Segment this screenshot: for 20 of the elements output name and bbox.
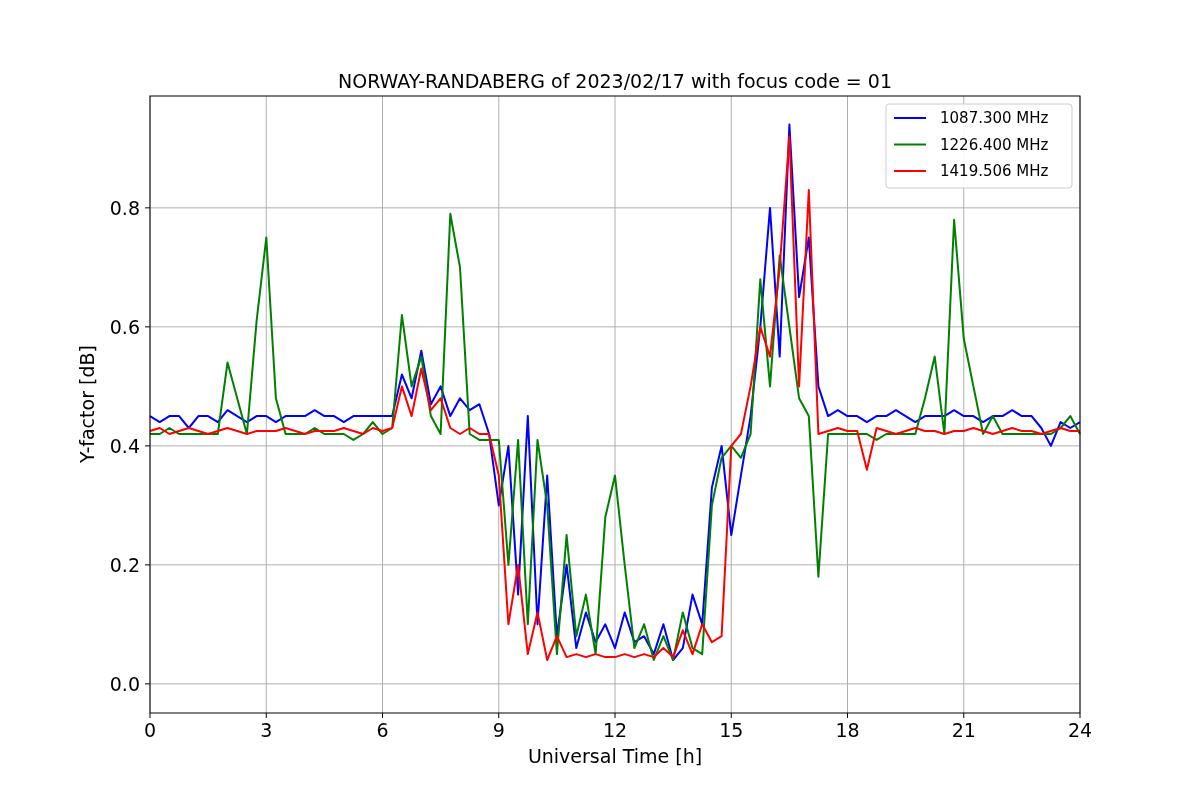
chart-title: NORWAY-RANDABERG of 2023/02/17 with focus code = 01: [338, 70, 892, 92]
y-tick-label: 0.6: [109, 315, 140, 338]
x-tick-label: 24: [1067, 719, 1093, 741]
legend-label: 1087.300 MHz: [940, 109, 1049, 127]
x-tick-label: 21: [951, 719, 976, 741]
y-tick-label: 0.0: [109, 672, 140, 695]
legend-label: 1226.400 MHz: [940, 135, 1049, 154]
x-tick-label: 15: [719, 719, 744, 741]
x-axis-label: Universal Time [h]: [527, 745, 703, 767]
x-tick-label: 3: [260, 719, 273, 741]
x-tick-label: 12: [602, 719, 628, 741]
x-tick-label: 0: [143, 719, 157, 741]
y-tick-label: 0.4: [109, 434, 140, 457]
x-tick-label: 6: [376, 719, 389, 741]
y-axis-label: Y-factor [dB]: [76, 345, 98, 463]
y-tick-label: 0.2: [109, 553, 140, 576]
x-tick-label: 9: [492, 719, 505, 741]
y-tick-label: 0.8: [109, 196, 140, 219]
x-tick-label: 18: [835, 719, 860, 741]
legend-label: 1419.506 MHz: [940, 162, 1049, 180]
